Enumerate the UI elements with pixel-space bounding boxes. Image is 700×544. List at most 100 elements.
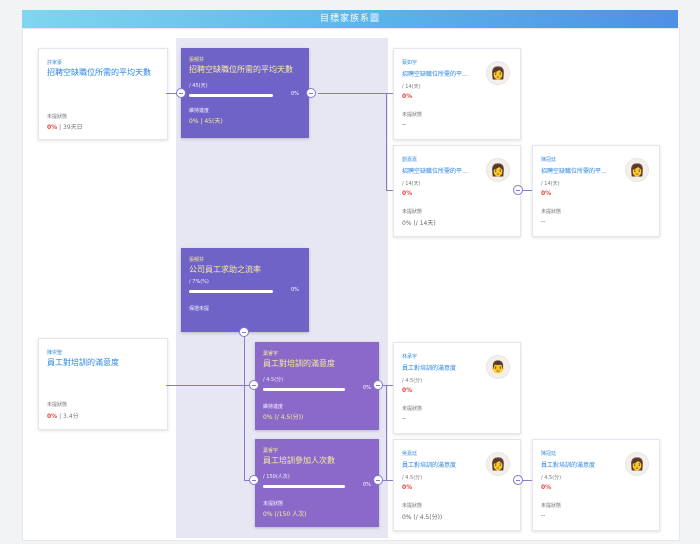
card-meta: --: [402, 121, 407, 128]
connector-b1-down: [386, 385, 387, 480]
card-owner: 陳冠廷: [541, 451, 557, 457]
card-percent: 0%: [47, 413, 58, 420]
avatar: 👩: [486, 452, 510, 476]
card-meta: | 3.4分: [59, 413, 79, 420]
card-status-label: 未提狀態: [402, 209, 423, 215]
card-sub: / 150(人次): [263, 474, 290, 480]
card-progress-row: 0% | 39天日: [47, 122, 83, 131]
card-title: 招聘空缺職位所需的平均天數: [47, 68, 151, 77]
progress-percent: 0%: [363, 385, 371, 391]
card-owner: 劉嘉嘉: [402, 157, 418, 163]
page-header: 目標家族系圖: [22, 10, 678, 28]
card-owner: 許家豪: [47, 60, 63, 66]
right-card-6[interactable]: 陳冠廷 員工對培訓的滿意度 / 4.5(分) 0% 未提狀態 -- 👩: [532, 439, 660, 531]
right-card-2[interactable]: 劉嘉嘉 招聘空缺職位所需的平... / 14(天) 0% 未提狀態 0% (/ …: [393, 145, 521, 237]
collapse-toggle[interactable]: [176, 88, 186, 98]
card-meta: 0% | 45(天): [189, 118, 223, 125]
card-status-label: 未提狀態: [402, 112, 423, 118]
avatar: 👩: [625, 452, 649, 476]
card-title: 員工對培訓的滿意度: [541, 462, 596, 469]
card-owner: 蔡如宇: [402, 60, 418, 66]
card-owner: 吳嘉廷: [402, 451, 418, 457]
collapse-toggle[interactable]: [239, 327, 249, 337]
card-label: 保證未提: [189, 306, 210, 312]
collapse-toggle[interactable]: [249, 475, 259, 485]
card-status-label: 未提狀態: [47, 402, 68, 408]
card-sub: / 14(天): [402, 181, 421, 187]
card-sub: / 4.5(分): [402, 475, 423, 481]
card-sub: / 4.5(分): [402, 378, 423, 384]
collapse-toggle[interactable]: [373, 475, 383, 485]
right-card-1[interactable]: 蔡如宇 招聘空缺職位所需的平... / 14(天) 0% 未提狀態 -- 👩: [393, 48, 521, 140]
card-label: 未提狀態: [263, 501, 284, 507]
card-label: 維持進度: [263, 404, 284, 410]
center-card-bottom-1[interactable]: 葉睿宇 員工對培訓的滿意度 / 4.5(分) 0% 維持進度 0% (/ 4.5…: [255, 342, 379, 430]
card-status-label: 未提狀態: [541, 503, 562, 509]
card-owner: 陳崇聖: [47, 350, 63, 356]
right-card-3[interactable]: 陳冠廷 招聘空缺職位所需的平... / 14(天) 0% 未提狀態 -- 👩: [532, 145, 660, 237]
connector-top-right: [318, 93, 393, 94]
card-title: 員工對培訓的滿意度: [402, 365, 457, 372]
avatar: 👨: [486, 355, 510, 379]
card-title: 員工培訓參加人次數: [263, 456, 335, 465]
card-owner: 張郁芬: [189, 57, 205, 63]
card-title: 員工對培訓的滿意度: [402, 462, 457, 469]
connector-top-down: [386, 93, 387, 190]
connector-left-bottom: [166, 385, 255, 386]
center-card-bottom-2[interactable]: 葉睿宇 員工培訓參加人次數 / 150(人次) 0% 未提狀態 0% (/150…: [255, 439, 379, 527]
card-status-label: 未提狀態: [47, 114, 68, 120]
collapse-toggle[interactable]: [373, 380, 383, 390]
card-percent: 0%: [402, 190, 413, 197]
card-meta: 0% (/150 人次): [263, 511, 307, 518]
card-percent: 0%: [47, 124, 58, 131]
card-meta: 0% (/ 4.5(分)): [263, 414, 304, 421]
card-sub: / 14(天): [402, 84, 421, 90]
card-sub: / 14(天): [541, 181, 560, 187]
connector-mid-down: [244, 332, 245, 480]
card-title: 員工對培訓的滿意度: [263, 359, 335, 368]
card-meta: --: [402, 415, 407, 422]
card-meta: | 39天日: [59, 124, 83, 131]
collapse-toggle[interactable]: [513, 475, 523, 485]
progress-bar: [263, 388, 345, 391]
card-meta: 0% (/ 14天): [402, 220, 436, 227]
card-progress-row: 0% | 3.4分: [47, 411, 79, 420]
card-title: 招聘空缺職位所需的平...: [541, 168, 607, 175]
card-owner: 陳冠廷: [541, 157, 557, 163]
card-sub: / 45(天): [189, 83, 208, 89]
center-card-top[interactable]: 張郁芬 招聘空缺職位所需的平均天數 / 45(天) 0% 維持進度 0% | 4…: [181, 48, 309, 138]
left-card-top[interactable]: 許家豪 招聘空缺職位所需的平均天數 未提狀態 0% | 39天日: [38, 48, 168, 140]
card-meta: 0% (/ 4.5(分)): [402, 514, 443, 521]
progress-bar: [189, 94, 273, 97]
card-percent: 0%: [541, 190, 552, 197]
avatar: 👩: [486, 61, 510, 85]
card-owner: 葉睿宇: [263, 351, 279, 357]
left-card-bottom[interactable]: 陳崇聖 員工對培訓的滿意度 未提狀態 0% | 3.4分: [38, 338, 168, 430]
card-meta: --: [541, 218, 546, 225]
card-percent: 0%: [402, 387, 413, 394]
card-percent: 0%: [541, 484, 552, 491]
page-title: 目標家族系圖: [319, 14, 380, 24]
right-card-4[interactable]: 林承宇 員工對培訓的滿意度 / 4.5(分) 0% 未提狀態 -- 👨: [393, 342, 521, 434]
connector-top-right-2: [386, 190, 393, 191]
card-sub: / 4.5(分): [263, 377, 284, 383]
avatar: 👩: [486, 158, 510, 182]
progress-percent: 0%: [291, 287, 299, 293]
card-title: 招聘空缺職位所需的平...: [402, 71, 468, 78]
card-label: 維持進度: [189, 108, 210, 114]
card-title: 招聘空缺職位所需的平...: [402, 168, 468, 175]
progress-bar: [189, 290, 273, 293]
collapse-toggle[interactable]: [249, 380, 259, 390]
collapse-toggle[interactable]: [513, 185, 523, 195]
card-percent: 0%: [402, 93, 413, 100]
card-title: 招聘空缺職位所需的平均天數: [189, 65, 293, 74]
card-owner: 張郁芬: [189, 257, 205, 263]
card-meta: --: [541, 512, 546, 519]
center-card-mid[interactable]: 張郁芬 公司員工求助之流率 / 7%(%) 0% 保證未提: [181, 248, 309, 332]
card-status-label: 未提狀態: [402, 503, 423, 509]
collapse-toggle[interactable]: [306, 88, 316, 98]
card-owner: 林承宇: [402, 354, 418, 360]
card-percent: 0%: [402, 484, 413, 491]
right-card-5[interactable]: 吳嘉廷 員工對培訓的滿意度 / 4.5(分) 0% 未提狀態 0% (/ 4.5…: [393, 439, 521, 531]
avatar: 👩: [625, 158, 649, 182]
